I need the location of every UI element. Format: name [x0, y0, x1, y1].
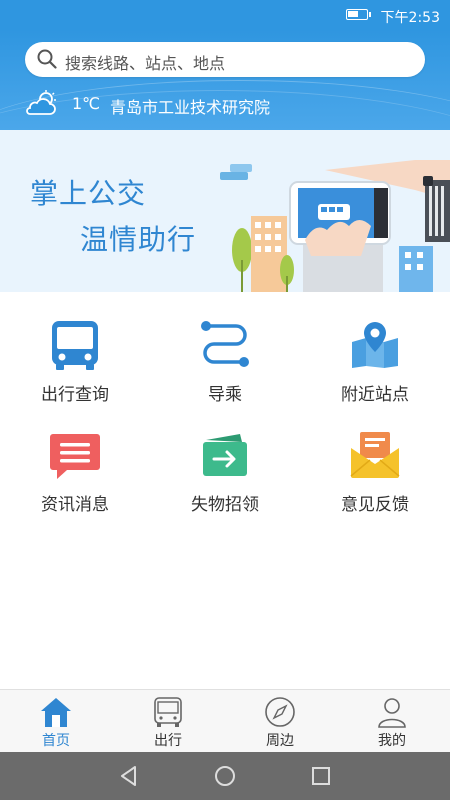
bottom-tab-bar: 首页 出行 周边 我的 [0, 689, 450, 753]
system-nav-bar [0, 752, 450, 800]
status-time: 下午2:53 [380, 10, 440, 26]
tab-label: 出行 [154, 733, 182, 749]
menu-label: 意见反馈 [341, 495, 409, 515]
search-icon [37, 49, 57, 69]
banner-illustration [220, 160, 450, 292]
temperature: 1℃ [72, 94, 101, 113]
route-icon [201, 321, 249, 367]
tab-label: 周边 [266, 733, 294, 749]
recents-icon[interactable] [307, 762, 335, 790]
compass-icon [265, 697, 295, 727]
current-location[interactable]: 青岛市工业技术研究院 [110, 94, 270, 118]
tab-home[interactable]: 首页 [0, 690, 112, 753]
wallet-icon [203, 434, 247, 476]
home-icon [41, 698, 71, 727]
header: 搜索线路、站点、地点 1℃ 青岛市工业技术研究院 [0, 30, 450, 130]
envelope-icon [350, 432, 400, 478]
message-icon [50, 434, 100, 479]
back-icon[interactable] [115, 762, 143, 790]
search-bar[interactable]: 搜索线路、站点、地点 [25, 42, 425, 77]
tab-label: 首页 [42, 733, 70, 749]
menu-label: 资讯消息 [41, 495, 109, 515]
menu-lost-found[interactable]: 失物招领 [150, 402, 300, 515]
battery-level [348, 11, 358, 17]
menu-travel-query[interactable]: 出行查询 [0, 292, 150, 405]
tab-profile[interactable]: 我的 [336, 690, 448, 753]
banner-title: 掌上公交 [30, 177, 147, 210]
status-bar: 下午2:53 [0, 0, 450, 30]
user-icon [378, 698, 406, 728]
battery-icon [346, 9, 371, 20]
menu-feedback[interactable]: 意见反馈 [300, 402, 450, 515]
menu-news[interactable]: 资讯消息 [0, 402, 150, 515]
tab-nearby[interactable]: 周边 [224, 690, 336, 753]
menu-guide[interactable]: 导乘 [150, 292, 300, 405]
search-placeholder: 搜索线路、站点、地点 [65, 54, 226, 73]
menu-nearby-stops[interactable]: 附近站点 [300, 292, 450, 405]
partly-cloudy-icon [26, 90, 56, 115]
banner-subtitle: 温情助行 [80, 223, 197, 256]
map-pin-icon [352, 322, 398, 368]
home-circle-icon[interactable] [211, 762, 239, 790]
tab-travel[interactable]: 出行 [112, 690, 224, 753]
menu-label: 失物招领 [191, 495, 259, 515]
bus-icon [52, 321, 98, 370]
promo-banner[interactable]: 掌上公交 温情助行 [0, 130, 450, 292]
tab-label: 我的 [378, 733, 406, 749]
bus-outline-icon [154, 697, 182, 727]
